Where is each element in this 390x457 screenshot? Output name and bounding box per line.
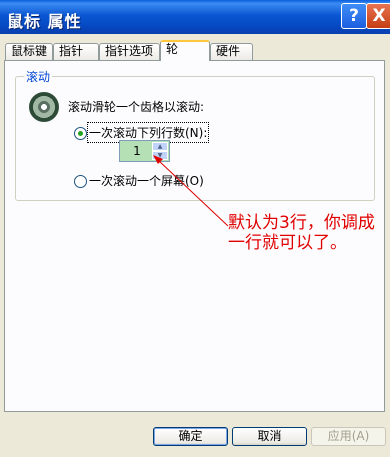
apply-button[interactable]: 应用(A) (311, 427, 386, 446)
annotation-text: 默认为3行，你调成一行就可以了。 (228, 213, 375, 253)
cancel-button[interactable]: 取消 (232, 427, 307, 446)
tab-wheel[interactable]: 轮 (160, 40, 210, 61)
ok-button[interactable]: 确定 (153, 427, 228, 446)
